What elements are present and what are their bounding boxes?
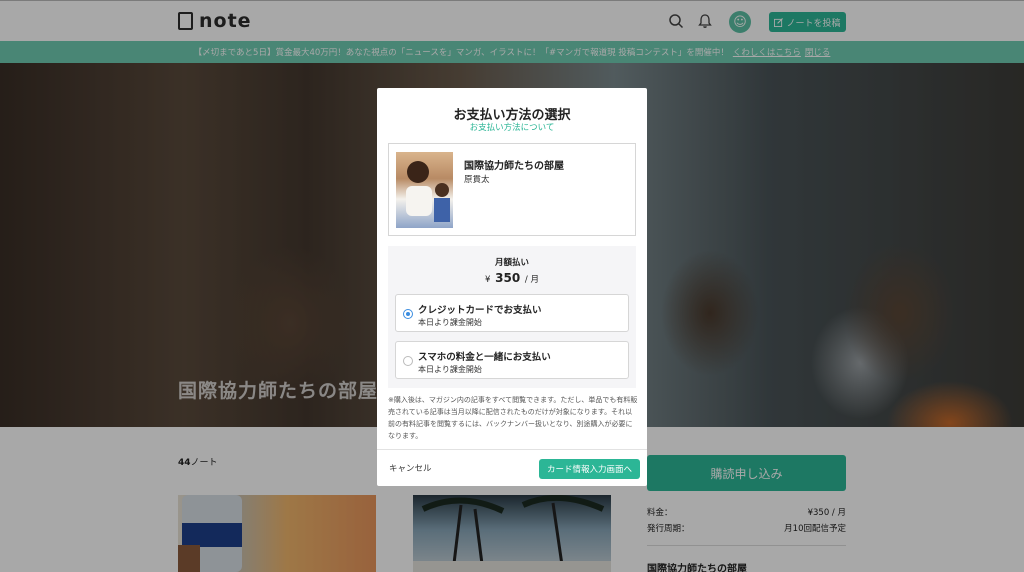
price-unit: / 月 <box>524 275 539 285</box>
magazine-title: 国際協力師たちの部屋 <box>464 161 564 172</box>
purchase-notice: ※購入後は、マガジン内の記事をすべて閲覧できます。ただし、単品でも有料販売されて… <box>388 396 638 440</box>
payment-option-carrier-billing[interactable]: スマホの料金と一緒にお支払い 本日より課金開始 <box>395 341 629 379</box>
about-payment-link[interactable]: お支払い方法について <box>377 121 647 133</box>
payment-option-credit-card[interactable]: クレジットカードでお支払い 本日より課金開始 <box>395 294 629 332</box>
plan-label: 月額払い <box>494 258 529 268</box>
plan-panel: 月額払い ¥ 350 / 月 クレジットカードでお支払い 本日より課金開始 スマ… <box>388 246 636 388</box>
cancel-button[interactable]: キャンセル <box>389 458 432 478</box>
option-title: スマホの料金と一緒にお支払い <box>418 352 551 363</box>
option-subtitle: 本日より課金開始 <box>418 318 482 327</box>
magazine-cover-image <box>396 152 453 228</box>
magazine-author: 原貫太 <box>464 175 490 185</box>
card-entry-button[interactable]: カード情報入力画面へ <box>539 459 640 479</box>
payment-method-dialog: お支払い方法の選択 お支払い方法について 国際協力師たちの部屋 原貫太 月額払い… <box>377 88 647 486</box>
radio-selected[interactable] <box>403 309 413 319</box>
child-photo <box>406 161 450 222</box>
plan-price: ¥ 350 / 月 <box>388 271 636 285</box>
price-amount: 350 <box>495 271 521 285</box>
dialog-footer: キャンセル カード情報入力画面へ <box>377 449 647 486</box>
price-currency: ¥ <box>485 275 491 285</box>
radio-unselected[interactable] <box>403 356 413 366</box>
option-subtitle: 本日より課金開始 <box>418 365 482 374</box>
magazine-card: 国際協力師たちの部屋 原貫太 <box>388 143 636 236</box>
option-title: クレジットカードでお支払い <box>418 305 542 316</box>
